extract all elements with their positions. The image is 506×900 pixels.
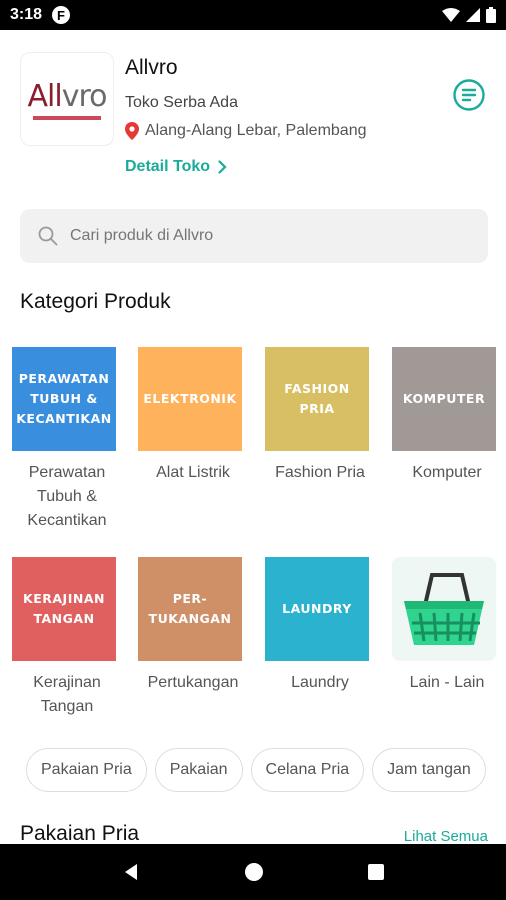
menu-icon[interactable]: [452, 78, 486, 112]
category-label: Pertukangan: [147, 674, 239, 691]
chip[interactable]: Pakaian Pria: [26, 748, 147, 792]
category-item[interactable]: Lain - Lain: [392, 557, 502, 695]
status-bar: 3:18 F: [0, 0, 506, 30]
system-nav-bar: [0, 844, 506, 900]
store-tagline: Toko Serba Ada: [125, 94, 238, 111]
category-label: Perawatan Tubuh & Kecantikan: [27, 464, 107, 529]
status-icons: [442, 7, 496, 23]
category-item[interactable]: ELEKTRONIK Alat Listrik: [138, 347, 248, 485]
see-all-link[interactable]: Lihat Semua: [404, 828, 488, 845]
section-title-pakaian-pria: Pakaian Pria: [20, 822, 140, 845]
category-tile: KOMPUTER: [392, 347, 496, 451]
wifi-icon: [442, 8, 460, 22]
store-location-text: Alang-Alang Lebar, Palembang: [145, 122, 367, 139]
search-icon: [38, 226, 58, 246]
signal-icon: [466, 8, 480, 22]
store-detail-link[interactable]: Detail Toko: [125, 158, 227, 176]
search-input[interactable]: [70, 227, 450, 245]
logo-text-part2: vro: [61, 78, 108, 114]
back-icon[interactable]: [121, 862, 141, 882]
location-pin-icon: [125, 122, 139, 140]
category-label: Komputer: [412, 464, 482, 481]
category-label: Lain - Lain: [409, 674, 485, 691]
category-label: Fashion Pria: [275, 464, 365, 481]
shopping-basket-icon: [404, 573, 484, 645]
category-tile: LAUNDRY: [265, 557, 369, 661]
category-tile: ELEKTRONIK: [138, 347, 242, 451]
category-label: Kerajinan Tangan: [33, 674, 101, 715]
category-tile: KERAJINAN TANGAN: [12, 557, 116, 661]
battery-icon: [486, 7, 496, 23]
category-tile: PERAWATAN TUBUH & KECANTIKAN: [12, 347, 116, 451]
store-name: Allvro: [125, 56, 178, 79]
search-bar[interactable]: [20, 209, 488, 263]
logo-text-part1: All: [27, 78, 63, 114]
category-item[interactable]: KOMPUTER Komputer: [392, 347, 502, 485]
category-label: Alat Listrik: [156, 464, 230, 481]
category-item[interactable]: LAUNDRY Laundry: [265, 557, 375, 695]
category-tile: FASHION PRIA: [265, 347, 369, 451]
subcategory-chips: Pakaian Pria Pakaian Celana Pria Jam tangan: [26, 748, 488, 794]
chip[interactable]: Celana Pria: [250, 748, 365, 792]
store-logo: Allvro: [20, 52, 114, 146]
category-item[interactable]: PER-TUKANGAN Pertukangan: [138, 557, 248, 695]
chevron-right-icon: [218, 160, 227, 174]
section-pakaian-pria: Pakaian Pria Lihat Semua: [20, 822, 488, 846]
category-item[interactable]: PERAWATAN TUBUH & KECANTIKAN Perawatan T…: [12, 347, 122, 533]
category-item[interactable]: KERAJINAN TANGAN Kerajinan Tangan: [12, 557, 122, 719]
status-time: 3:18: [10, 6, 43, 23]
logo-stripe: [33, 115, 101, 120]
category-item[interactable]: FASHION PRIA Fashion Pria: [265, 347, 375, 485]
store-detail-label: Detail Toko: [125, 158, 211, 175]
section-title-categories: Kategori Produk: [20, 290, 171, 313]
store-logo-text: Allvro: [27, 78, 108, 114]
home-icon[interactable]: [244, 862, 264, 882]
app-notification-icon: F: [52, 6, 71, 24]
category-tile-other: [392, 557, 496, 661]
category-tile: PER-TUKANGAN: [138, 557, 242, 661]
chip[interactable]: Jam tangan: [372, 748, 486, 792]
category-label: Laundry: [291, 674, 349, 691]
recents-icon[interactable]: [367, 863, 385, 881]
chip[interactable]: Pakaian: [154, 748, 243, 792]
store-header: Allvro Allvro Toko Serba Ada Alang-Alang…: [20, 52, 486, 182]
store-location: Alang-Alang Lebar, Palembang: [125, 122, 367, 140]
